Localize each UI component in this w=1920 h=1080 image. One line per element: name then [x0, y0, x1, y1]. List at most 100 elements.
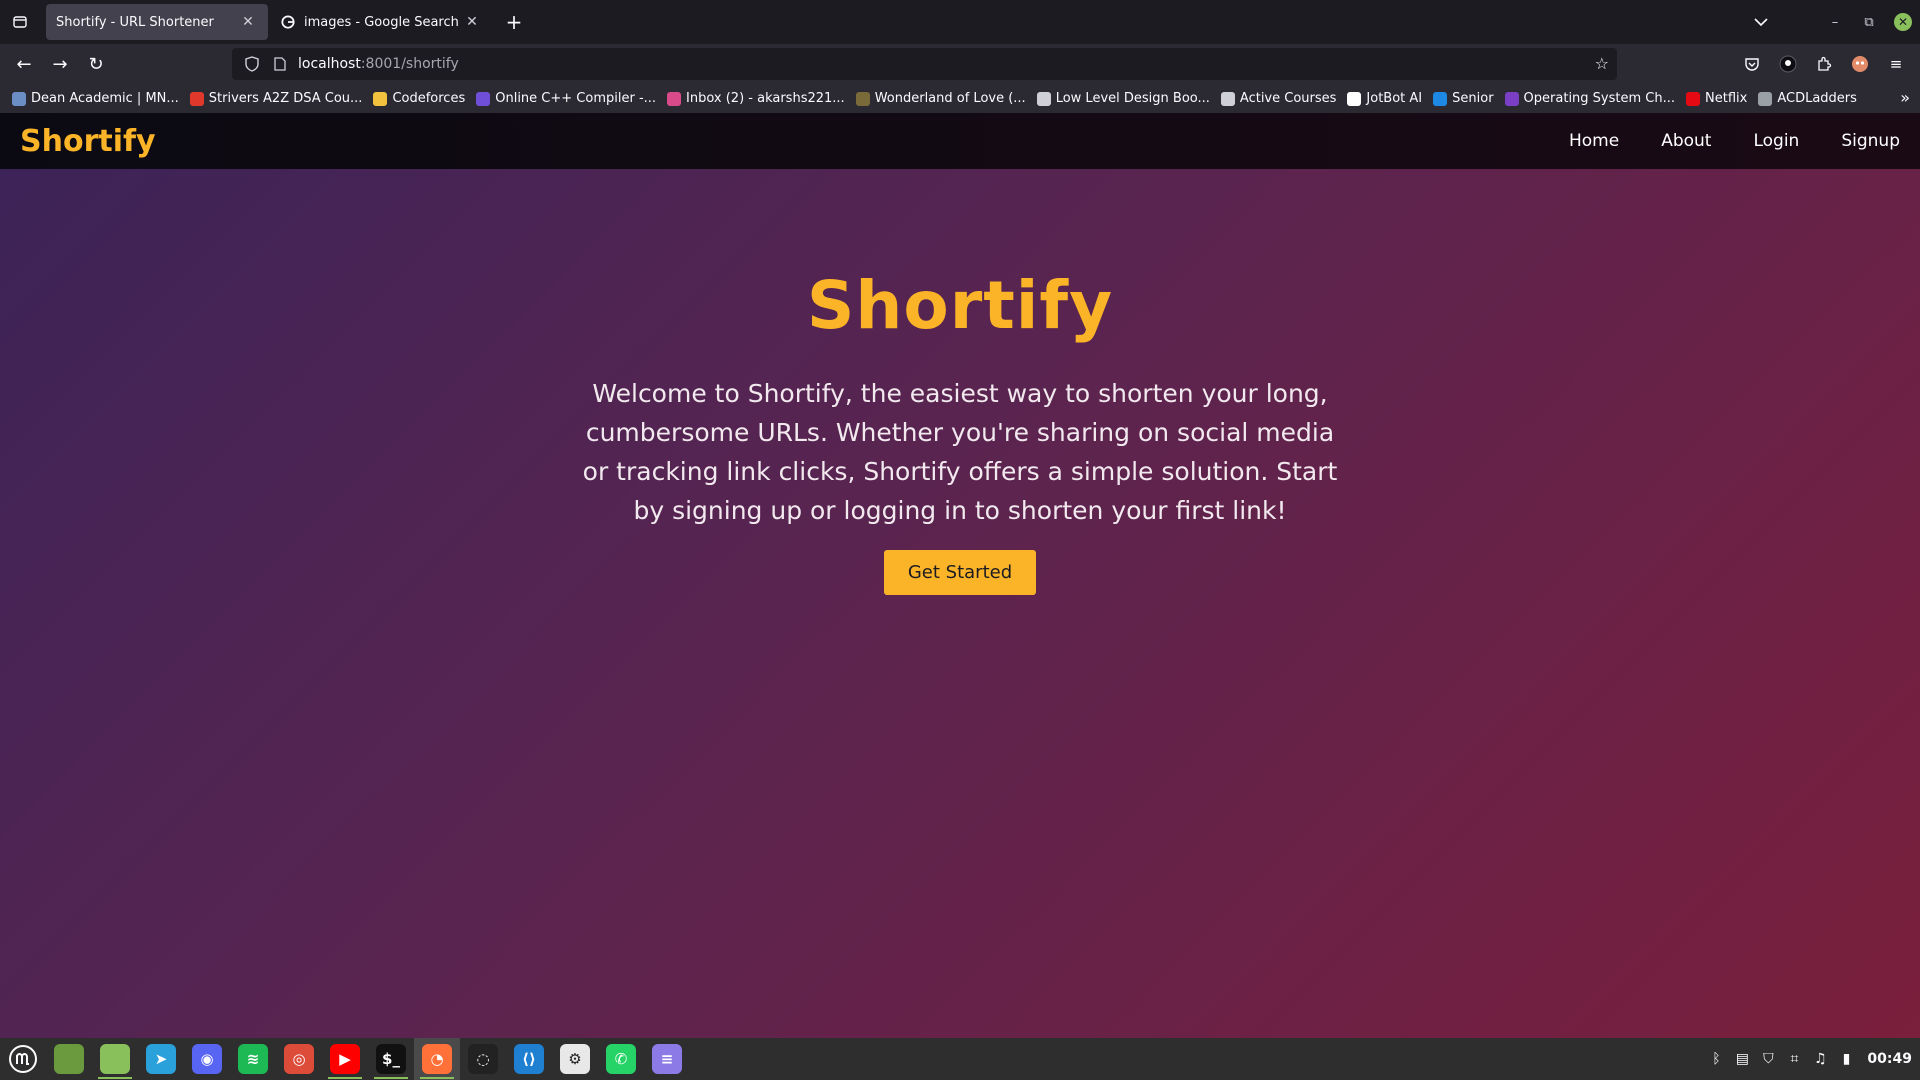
bookmark-favicon-icon	[189, 91, 204, 106]
bookmark-item[interactable]: Senior	[1433, 91, 1494, 106]
discord-icon: ◉	[192, 1044, 222, 1074]
network-icon[interactable]: ⌗	[1781, 1051, 1807, 1067]
bookmark-label: JotBot AI	[1366, 91, 1423, 106]
youtube-icon: ▶	[330, 1044, 360, 1074]
new-tab-button[interactable]: +	[498, 6, 530, 38]
bookmark-item[interactable]: Operating System Ch...	[1504, 91, 1675, 106]
bookmark-label: Strivers A2Z DSA Cou...	[208, 91, 363, 106]
clipboard-icon[interactable]: ▤	[1729, 1051, 1755, 1067]
folder-icon	[100, 1044, 130, 1074]
bookmark-item[interactable]: ACDLadders	[1758, 91, 1857, 106]
taskbar-app-discord[interactable]: ◉	[184, 1038, 230, 1080]
bookmark-item[interactable]: Codeforces	[373, 91, 465, 106]
os-taskbar: ➤ ◉ ≋ ◎ ▶ $_ ◔ ◌ ⟨⟩ ⚙ ✆ ≡ ᛒ ▤ ⛉ ⌗ ♫ ▮ 00:49	[0, 1038, 1920, 1080]
google-icon	[280, 14, 296, 30]
bookmark-star-icon[interactable]: ☆	[1595, 54, 1609, 73]
bookmark-item[interactable]: Dean Academic | MN...	[12, 91, 179, 106]
bookmark-label: Senior	[1452, 91, 1494, 106]
site-navbar: Shortify Home About Login Signup	[0, 113, 1920, 169]
close-tab-icon[interactable]: ✕	[238, 12, 258, 32]
nav-link-home[interactable]: Home	[1569, 131, 1619, 151]
bookmarks-bar: Dean Academic | MN... Strivers A2Z DSA Co…	[0, 84, 1920, 113]
spotify-icon: ≋	[238, 1044, 268, 1074]
address-bar[interactable]: localhost:8001/shortify ☆	[232, 48, 1617, 80]
tab-overflow-chevron-icon[interactable]	[1744, 0, 1778, 44]
bookmark-favicon-icon	[1686, 91, 1700, 106]
bookmark-item[interactable]: Inbox (2) - akarshs221...	[667, 91, 845, 106]
clock[interactable]: 00:49	[1867, 1051, 1912, 1067]
bookmark-item[interactable]: Strivers A2Z DSA Cou...	[189, 91, 363, 106]
obs-icon: ◌	[468, 1044, 498, 1074]
browser-tab-bar: Shortify - URL Shortener ✕ images - Goog…	[0, 0, 1920, 44]
telegram-icon: ➤	[146, 1044, 176, 1074]
site-brand-logo[interactable]: Shortify	[20, 124, 156, 159]
maximize-icon[interactable]: ⧉	[1852, 0, 1886, 44]
terminal-icon: $_	[376, 1044, 406, 1074]
tab-google-search[interactable]: images - Google Search ✕	[270, 4, 492, 40]
bookmark-label: Inbox (2) - akarshs221...	[686, 91, 845, 106]
chrome-icon: ◎	[284, 1044, 314, 1074]
bookmark-label: Netflix	[1705, 91, 1748, 106]
bookmark-item[interactable]: JotBot AI	[1347, 91, 1422, 106]
taskbar-app-terminal[interactable]: $_	[368, 1038, 414, 1080]
url-host: localhost	[298, 56, 361, 72]
hero-title: Shortify	[806, 267, 1114, 344]
taskbar-app-settings[interactable]: ⚙	[552, 1038, 598, 1080]
taskbar-app-notes[interactable]: ≡	[644, 1038, 690, 1080]
back-arrow-icon[interactable]: ←	[6, 48, 42, 80]
menu-hamburger-icon[interactable]: ≡	[1878, 48, 1914, 80]
page-icon[interactable]	[270, 54, 290, 74]
nav-link-about[interactable]: About	[1661, 131, 1711, 151]
bookmark-favicon-icon	[373, 91, 388, 106]
close-tab-icon[interactable]: ✕	[462, 12, 482, 32]
reload-icon[interactable]: ↻	[78, 48, 114, 80]
taskbar-app-folder[interactable]	[92, 1038, 138, 1080]
bookmark-item[interactable]: Netflix	[1686, 91, 1747, 106]
files-green-icon	[54, 1044, 84, 1074]
mint-menu-icon[interactable]	[0, 1038, 46, 1080]
forward-arrow-icon[interactable]: →	[42, 48, 78, 80]
bookmark-label: Active Courses	[1239, 91, 1337, 106]
bookmark-item[interactable]: Online C++ Compiler -...	[476, 91, 656, 106]
taskbar-app-youtube[interactable]: ▶	[322, 1038, 368, 1080]
bookmark-label: Wonderland of Love (...	[874, 91, 1026, 106]
tab-list-icon[interactable]	[0, 0, 40, 44]
bookmark-item[interactable]: Low Level Design Boo...	[1036, 91, 1210, 106]
taskbar-app-whatsapp[interactable]: ✆	[598, 1038, 644, 1080]
taskbar-app-spotify[interactable]: ≋	[230, 1038, 276, 1080]
taskbar-app-obs[interactable]: ◌	[460, 1038, 506, 1080]
taskbar-app-chrome[interactable]: ◎	[276, 1038, 322, 1080]
bookmark-favicon-icon	[1504, 91, 1519, 106]
nav-link-login[interactable]: Login	[1753, 131, 1799, 151]
bookmark-favicon-icon	[476, 91, 491, 106]
bookmark-item[interactable]: Wonderland of Love (...	[855, 91, 1026, 106]
nav-link-signup[interactable]: Signup	[1841, 131, 1900, 151]
shield-icon[interactable]	[242, 54, 262, 74]
bookmarks-overflow-chevron-icon[interactable]: »	[1900, 88, 1910, 107]
battery-icon[interactable]: ▮	[1833, 1051, 1859, 1067]
profile-avatar-icon[interactable]	[1842, 48, 1878, 80]
get-started-button[interactable]: Get Started	[883, 550, 1037, 595]
minimize-icon[interactable]: –	[1818, 0, 1852, 44]
taskbar-app-vscode[interactable]: ⟨⟩	[506, 1038, 552, 1080]
account-icon[interactable]	[1770, 48, 1806, 80]
settings-icon: ⚙	[560, 1044, 590, 1074]
site-nav-links: Home About Login Signup	[1527, 131, 1900, 151]
bookmark-item[interactable]: Active Courses	[1220, 91, 1337, 106]
tab-label: images - Google Search	[304, 14, 459, 30]
taskbar-app-telegram[interactable]: ➤	[138, 1038, 184, 1080]
close-window-button[interactable]: ✕	[1886, 0, 1920, 44]
shield-tray-icon[interactable]: ⛉	[1755, 1051, 1781, 1067]
tab-shortify[interactable]: Shortify - URL Shortener ✕	[46, 4, 268, 40]
firefox-icon: ◔	[422, 1044, 452, 1074]
bookmark-label: Operating System Ch...	[1523, 91, 1675, 106]
bookmark-label: Low Level Design Boo...	[1055, 91, 1210, 106]
taskbar-app-files-green[interactable]	[46, 1038, 92, 1080]
pocket-icon[interactable]	[1734, 48, 1770, 80]
volume-icon[interactable]: ♫	[1807, 1051, 1833, 1067]
browser-toolbar: ← → ↻ localhost:8001/shortify ☆ ≡	[0, 44, 1920, 84]
extensions-icon[interactable]	[1806, 48, 1842, 80]
taskbar-app-firefox[interactable]: ◔	[414, 1038, 460, 1080]
bluetooth-icon[interactable]: ᛒ	[1703, 1051, 1729, 1067]
hero-section: Shortify Welcome to Shortify, the easies…	[0, 169, 1920, 595]
